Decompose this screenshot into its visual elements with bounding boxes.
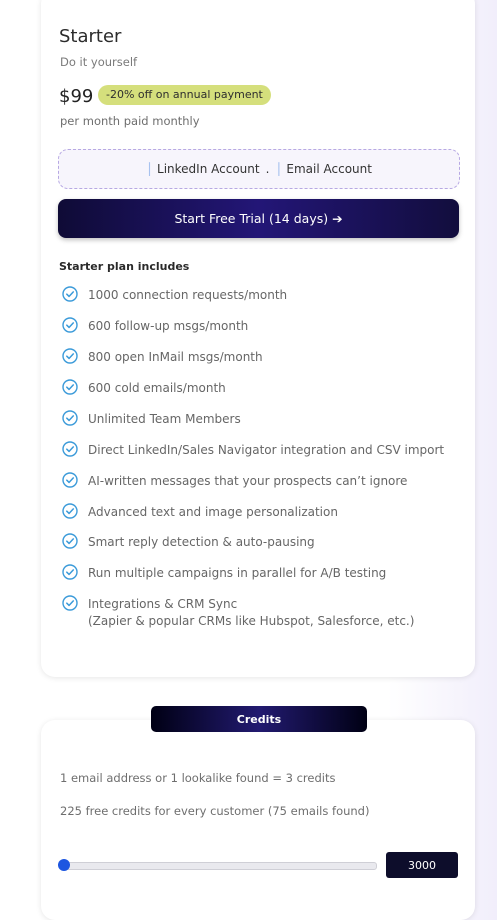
credits-slider-thumb[interactable] — [58, 859, 70, 871]
feature-text: 600 cold emails/month — [88, 380, 226, 397]
check-circle-icon — [62, 379, 78, 395]
plan-name: Starter — [59, 26, 122, 47]
feature-label: Advanced text and image personalization — [88, 505, 338, 519]
feature-text: Direct LinkedIn/Sales Navigator integrat… — [88, 442, 444, 459]
feature-item: Run multiple campaigns in parallel for A… — [62, 564, 386, 582]
feature-item: 600 follow-up msgs/month — [62, 317, 248, 335]
feature-label: Smart reply detection & auto-pausing — [88, 535, 315, 549]
credits-slider[interactable] — [58, 859, 377, 871]
feature-label: 1000 connection requests/month — [88, 288, 288, 302]
check-circle-icon — [62, 533, 78, 549]
check-circle-icon — [62, 472, 78, 488]
plan-price: $99 — [59, 86, 94, 107]
feature-text: 1000 connection requests/month — [88, 287, 287, 304]
feature-text: 800 open InMail msgs/month — [88, 349, 263, 366]
feature-text: Run multiple campaigns in parallel for A… — [88, 565, 386, 582]
check-circle-icon — [62, 503, 78, 519]
feature-label: Integrations & CRM Sync — [88, 597, 238, 611]
feature-item: Unlimited Team Members — [62, 410, 241, 428]
includes-title: Starter plan includes — [59, 260, 190, 273]
check-circle-icon — [62, 441, 78, 457]
email-account-label: Email Account — [286, 162, 372, 176]
feature-item: Smart reply detection & auto-pausing — [62, 533, 315, 551]
start-free-trial-button[interactable]: Start Free Trial (14 days) ➔ — [58, 199, 459, 238]
feature-label: Unlimited Team Members — [88, 412, 241, 426]
feature-label: AI-written messages that your prospects … — [88, 474, 408, 488]
feature-text: Integrations & CRM Sync (Zapier & popular… — [88, 596, 414, 630]
feature-text: 600 follow-up msgs/month — [88, 318, 248, 335]
price-note: per month paid monthly — [60, 114, 200, 128]
feature-text: Unlimited Team Members — [88, 411, 241, 428]
free-credits-text: 225 free credits for every customer (75 … — [60, 804, 370, 818]
feature-item: AI-written messages that your prospects … — [62, 472, 407, 490]
check-circle-icon — [62, 286, 78, 302]
feature-item: 800 open InMail msgs/month — [62, 348, 263, 366]
feature-item: 1000 connection requests/month — [62, 286, 287, 304]
credits-tab[interactable]: Credits — [151, 706, 367, 732]
accounts-box: ∣ LinkedIn Account . ∣ Email Account — [58, 149, 460, 189]
starter-plan-card: Starter Do it yourself $99 -20% off on a… — [41, 0, 475, 677]
discount-badge: -20% off on annual payment — [98, 85, 271, 105]
accounts-separator: . — [265, 162, 270, 176]
feature-label: 600 follow-up msgs/month — [88, 319, 249, 333]
email-account-icon: ∣ — [275, 161, 283, 177]
credits-value: 3000 — [386, 852, 458, 878]
feature-label: 600 cold emails/month — [88, 381, 226, 395]
check-circle-icon — [62, 317, 78, 333]
feature-sublabel: (Zapier & popular CRMs like Hubspot, Sal… — [88, 614, 415, 628]
plan-subtitle: Do it yourself — [60, 55, 138, 69]
linkedin-account-icon: ∣ — [146, 161, 154, 177]
credits-card: 1 email address or 1 lookalike found = 3… — [41, 720, 475, 920]
feature-label: Direct LinkedIn/Sales Navigator integrat… — [88, 443, 445, 457]
check-circle-icon — [62, 348, 78, 364]
linkedin-account-label: LinkedIn Account — [157, 162, 260, 176]
feature-item: Advanced text and image personalization — [62, 503, 338, 521]
feature-label: 800 open InMail msgs/month — [88, 350, 263, 364]
feature-text: Smart reply detection & auto-pausing — [88, 534, 315, 551]
credits-rule-text: 1 email address or 1 lookalike found = 3… — [60, 771, 336, 785]
check-circle-icon — [62, 564, 78, 580]
feature-item: Integrations & CRM Sync (Zapier & popular… — [62, 595, 414, 630]
feature-item: Direct LinkedIn/Sales Navigator integrat… — [62, 441, 444, 459]
feature-text: Advanced text and image personalization — [88, 504, 338, 521]
check-circle-icon — [62, 595, 78, 611]
check-circle-icon — [62, 410, 78, 426]
feature-item: 600 cold emails/month — [62, 379, 226, 397]
feature-text: AI-written messages that your prospects … — [88, 473, 407, 490]
feature-label: Run multiple campaigns in parallel for A… — [88, 566, 387, 580]
